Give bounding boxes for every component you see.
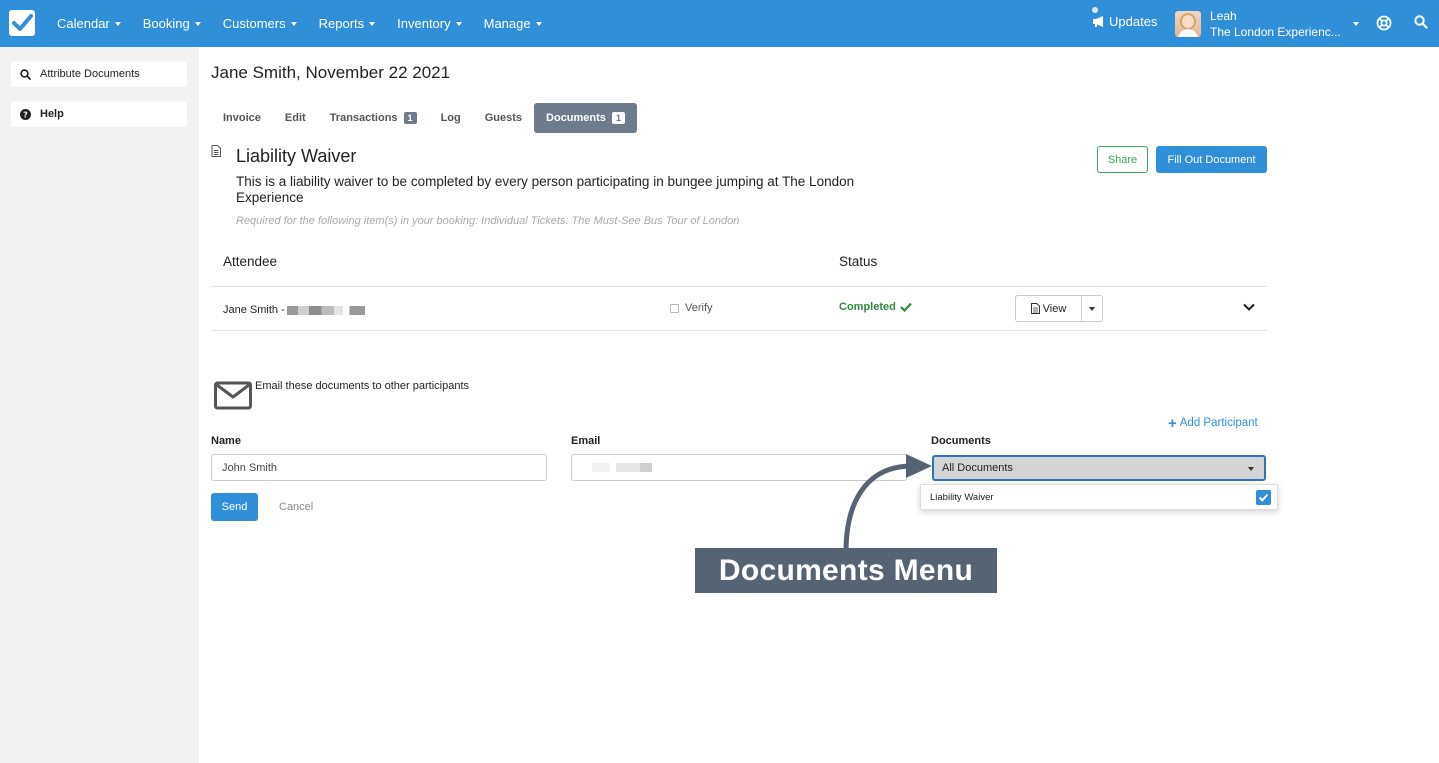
- search-icon[interactable]: [1414, 15, 1428, 29]
- updates-link[interactable]: Updates: [1092, 7, 1157, 29]
- user-caret-down-icon[interactable]: [1353, 22, 1359, 26]
- redacted-email: [592, 463, 652, 472]
- caret-down-icon: [114, 22, 121, 26]
- caret-down-icon: [455, 22, 462, 26]
- name-input[interactable]: John Smith: [211, 454, 547, 481]
- attendee-column-header: Attendee: [223, 254, 278, 269]
- caret-down-icon: [535, 22, 542, 26]
- svg-text:?: ?: [23, 110, 28, 119]
- megaphone-icon: [1093, 16, 1103, 27]
- documents-label: Documents: [931, 435, 991, 447]
- annotation-arrow-icon: [843, 454, 932, 553]
- add-participant-link[interactable]: + Add Participant: [1168, 414, 1258, 432]
- menu-booking[interactable]: Booking: [132, 0, 212, 47]
- menu-inventory[interactable]: Inventory: [386, 0, 472, 47]
- tab-guests[interactable]: Guests: [473, 103, 534, 133]
- checkbox-icon: [670, 303, 679, 313]
- redacted-info: [286, 305, 365, 315]
- share-button[interactable]: Share: [1097, 146, 1148, 173]
- file-text-icon: [211, 145, 221, 157]
- tab-transactions[interactable]: Transactions 1: [318, 103, 429, 133]
- attendee-name: Jane Smith -: [223, 304, 285, 316]
- email-label: Email: [571, 435, 601, 447]
- caret-down-icon: [1089, 306, 1095, 311]
- menu-customers[interactable]: Customers: [212, 0, 308, 47]
- sidebar-item-help[interactable]: ? Help: [11, 101, 187, 127]
- email-documents-intro: Email these documents to other participa…: [255, 380, 470, 392]
- document-required-note: Required for the following item(s) in yo…: [236, 215, 740, 227]
- view-button[interactable]: View: [1015, 295, 1082, 322]
- menu-manage[interactable]: Manage: [473, 0, 553, 47]
- plus-icon: +: [1168, 414, 1177, 432]
- lifebuoy-icon[interactable]: [1376, 15, 1392, 31]
- table-divider: [211, 330, 1267, 331]
- send-button[interactable]: Send: [211, 493, 258, 521]
- user-name: Leah: [1210, 9, 1237, 23]
- count-badge: 1: [611, 112, 625, 124]
- documents-dropdown-menu: Liability Waiver: [920, 484, 1278, 510]
- chevron-down-icon[interactable]: [1243, 303, 1255, 311]
- user-company: The London Experienc...: [1210, 25, 1341, 39]
- menu-calendar[interactable]: Calendar: [46, 0, 132, 47]
- caret-down-icon: [1248, 467, 1254, 471]
- dropdown-option-liability-waiver[interactable]: Liability Waiver: [930, 485, 1277, 509]
- app-logo-icon[interactable]: [9, 10, 35, 36]
- count-badge: 1: [403, 112, 417, 124]
- question-circle-icon: ?: [20, 108, 31, 120]
- annotation-label: Documents Menu: [695, 548, 997, 593]
- checkbox-checked-icon[interactable]: [1256, 490, 1271, 505]
- tab-edit[interactable]: Edit: [273, 103, 318, 133]
- envelope-icon: [214, 381, 252, 410]
- caret-down-icon: [290, 22, 297, 26]
- tab-documents[interactable]: Documents 1: [534, 103, 637, 133]
- sidebar: Attribute Documents ? Help: [0, 47, 199, 763]
- user-menu[interactable]: Leah The London Experienc...: [1175, 8, 1341, 40]
- tab-invoice[interactable]: Invoice: [211, 103, 273, 133]
- document-title: Liability Waiver: [236, 146, 357, 166]
- verify-checkbox[interactable]: Verify: [670, 302, 713, 314]
- document-description: This is a liability waiver to be complet…: [236, 174, 855, 205]
- avatar: [1175, 11, 1201, 37]
- menu-reports[interactable]: Reports: [308, 0, 387, 47]
- view-options-dropdown-button[interactable]: [1082, 295, 1103, 322]
- checkmark-icon: [900, 302, 912, 312]
- name-label: Name: [211, 435, 241, 447]
- notification-dot-icon: [1092, 7, 1098, 13]
- search-icon: [20, 68, 31, 80]
- view-button-group: View: [1015, 295, 1103, 322]
- tab-log[interactable]: Log: [429, 103, 473, 133]
- status-badge: Completed: [839, 301, 912, 313]
- top-navbar: Calendar Booking Customers Reports Inven…: [0, 0, 1439, 47]
- booking-tabs: Invoice Edit Transactions 1 Log Guests Do…: [211, 103, 637, 133]
- page-title: Jane Smith, November 22 2021: [211, 63, 451, 82]
- status-column-header: Status: [839, 254, 878, 269]
- caret-down-icon: [194, 22, 201, 26]
- sidebar-item-attribute-documents[interactable]: Attribute Documents: [11, 61, 187, 87]
- main-menu: Calendar Booking Customers Reports Inven…: [46, 0, 553, 47]
- fill-out-document-button[interactable]: Fill Out Document: [1156, 146, 1267, 173]
- table-divider: [211, 286, 1267, 287]
- cancel-button[interactable]: Cancel: [279, 501, 313, 513]
- file-icon: [1030, 303, 1040, 314]
- documents-select[interactable]: All Documents: [932, 455, 1266, 481]
- caret-down-icon: [369, 22, 376, 26]
